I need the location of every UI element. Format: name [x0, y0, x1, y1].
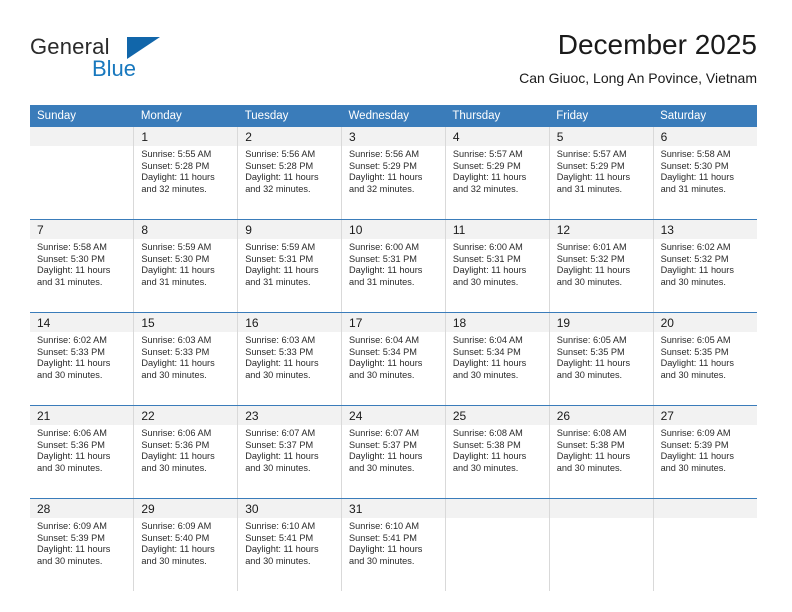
week-detail-row: Sunrise: 5:55 AM Sunset: 5:28 PM Dayligh… [30, 146, 757, 219]
day-detail-25[interactable]: Sunrise: 6:08 AM Sunset: 5:38 PM Dayligh… [444, 425, 550, 498]
day-number-1[interactable]: 1 [133, 127, 238, 146]
day-detail-7[interactable]: Sunrise: 5:58 AM Sunset: 5:30 PM Dayligh… [30, 239, 134, 312]
day-detail-6[interactable]: Sunrise: 5:58 AM Sunset: 5:30 PM Dayligh… [652, 146, 757, 219]
day-detail-19[interactable]: Sunrise: 6:05 AM Sunset: 5:35 PM Dayligh… [548, 332, 654, 405]
page-subtitle: Can Giuoc, Long An Povince, Vietnam [519, 70, 757, 86]
day-detail-11[interactable]: Sunrise: 6:00 AM Sunset: 5:31 PM Dayligh… [444, 239, 550, 312]
week-detail-row: Sunrise: 6:09 AM Sunset: 5:39 PM Dayligh… [30, 518, 757, 591]
day-number-7[interactable]: 7 [30, 220, 134, 239]
weekday-header-wednesday: Wednesday [341, 105, 446, 127]
weekday-header-thursday: Thursday [445, 105, 550, 127]
day-number-17[interactable]: 17 [341, 313, 446, 332]
day-number-12[interactable]: 12 [548, 220, 654, 239]
day-detail-5[interactable]: Sunrise: 5:57 AM Sunset: 5:29 PM Dayligh… [548, 146, 654, 219]
day-number-empty [652, 499, 757, 518]
weekday-header-sunday: Sunday [30, 105, 134, 127]
day-number-9[interactable]: 9 [237, 220, 342, 239]
day-detail-17[interactable]: Sunrise: 6:04 AM Sunset: 5:34 PM Dayligh… [341, 332, 446, 405]
day-detail-21[interactable]: Sunrise: 6:06 AM Sunset: 5:36 PM Dayligh… [30, 425, 134, 498]
week-number-row: 7 8 9 10 11 12 13 [30, 220, 757, 239]
day-detail-16[interactable]: Sunrise: 6:03 AM Sunset: 5:33 PM Dayligh… [237, 332, 342, 405]
day-number-22[interactable]: 22 [133, 406, 238, 425]
day-number-16[interactable]: 16 [237, 313, 342, 332]
day-number-10[interactable]: 10 [341, 220, 446, 239]
day-number-11[interactable]: 11 [444, 220, 550, 239]
day-number-31[interactable]: 31 [341, 499, 446, 518]
day-number-28[interactable]: 28 [30, 499, 134, 518]
day-detail-12[interactable]: Sunrise: 6:01 AM Sunset: 5:32 PM Dayligh… [548, 239, 654, 312]
week-number-row: 28 29 30 31 [30, 499, 757, 518]
day-number-3[interactable]: 3 [341, 127, 446, 146]
day-number-13[interactable]: 13 [652, 220, 757, 239]
day-detail-3[interactable]: Sunrise: 5:56 AM Sunset: 5:29 PM Dayligh… [341, 146, 446, 219]
calendar-body: 1 2 3 4 5 6 Sunrise: 5:55 AM Sunset: 5:28 PM D… [30, 127, 757, 591]
day-detail-8[interactable]: Sunrise: 5:59 AM Sunset: 5:30 PM Dayligh… [133, 239, 238, 312]
week-number-row: 14 15 16 17 18 19 20 [30, 313, 757, 332]
weekday-header-friday: Friday [549, 105, 654, 127]
day-detail-18[interactable]: Sunrise: 6:04 AM Sunset: 5:34 PM Dayligh… [444, 332, 550, 405]
day-detail-27[interactable]: Sunrise: 6:09 AM Sunset: 5:39 PM Dayligh… [652, 425, 757, 498]
calendar-header-row: Sunday Monday Tuesday Wednesday Thursday Frid… [30, 105, 757, 127]
day-number-15[interactable]: 15 [133, 313, 238, 332]
day-number-20[interactable]: 20 [652, 313, 757, 332]
day-detail-26[interactable]: Sunrise: 6:08 AM Sunset: 5:38 PM Dayligh… [548, 425, 654, 498]
day-detail-23[interactable]: Sunrise: 6:07 AM Sunset: 5:37 PM Dayligh… [237, 425, 342, 498]
day-number-19[interactable]: 19 [548, 313, 654, 332]
week-detail-row: Sunrise: 5:58 AM Sunset: 5:30 PM Dayligh… [30, 239, 757, 312]
day-number-6[interactable]: 6 [652, 127, 757, 146]
day-number-empty [444, 499, 550, 518]
week-detail-row: Sunrise: 6:02 AM Sunset: 5:33 PM Dayligh… [30, 332, 757, 405]
day-detail-22[interactable]: Sunrise: 6:06 AM Sunset: 5:36 PM Dayligh… [133, 425, 238, 498]
day-number-26[interactable]: 26 [548, 406, 654, 425]
day-number-empty [548, 499, 654, 518]
day-number-24[interactable]: 24 [341, 406, 446, 425]
week-number-row: 21 22 23 24 25 26 27 [30, 406, 757, 425]
day-detail-24[interactable]: Sunrise: 6:07 AM Sunset: 5:37 PM Dayligh… [341, 425, 446, 498]
day-number-30[interactable]: 30 [237, 499, 342, 518]
weekday-header-saturday: Saturday [653, 105, 757, 127]
day-number-18[interactable]: 18 [444, 313, 550, 332]
day-detail-28[interactable]: Sunrise: 6:09 AM Sunset: 5:39 PM Dayligh… [30, 518, 134, 591]
day-detail-31[interactable]: Sunrise: 6:10 AM Sunset: 5:41 PM Dayligh… [341, 518, 446, 591]
day-number-2[interactable]: 2 [237, 127, 342, 146]
day-detail-empty [30, 146, 134, 219]
day-detail-29[interactable]: Sunrise: 6:09 AM Sunset: 5:40 PM Dayligh… [133, 518, 238, 591]
day-detail-10[interactable]: Sunrise: 6:00 AM Sunset: 5:31 PM Dayligh… [341, 239, 446, 312]
day-detail-20[interactable]: Sunrise: 6:05 AM Sunset: 5:35 PM Dayligh… [652, 332, 757, 405]
page-title: December 2025 [557, 29, 757, 60]
day-number-29[interactable]: 29 [133, 499, 238, 518]
day-detail-4[interactable]: Sunrise: 5:57 AM Sunset: 5:29 PM Dayligh… [444, 146, 550, 219]
day-detail-15[interactable]: Sunrise: 6:03 AM Sunset: 5:33 PM Dayligh… [133, 332, 238, 405]
weekday-header-tuesday: Tuesday [237, 105, 342, 127]
day-detail-14[interactable]: Sunrise: 6:02 AM Sunset: 5:33 PM Dayligh… [30, 332, 134, 405]
day-detail-empty [652, 518, 757, 591]
day-detail-2[interactable]: Sunrise: 5:56 AM Sunset: 5:28 PM Dayligh… [237, 146, 342, 219]
title-block: December 2025 Can Giuoc, Long An Povince… [519, 28, 757, 88]
day-number-25[interactable]: 25 [444, 406, 550, 425]
day-detail-30[interactable]: Sunrise: 6:10 AM Sunset: 5:41 PM Dayligh… [237, 518, 342, 591]
calendar-table: Sunday Monday Tuesday Wednesday Thursday Frid… [30, 105, 757, 591]
logo-text-blue: Blue [92, 56, 137, 81]
calendar-page: General Blue December 2025 Can Giuoc, Lo… [0, 0, 792, 612]
day-number-5[interactable]: 5 [548, 127, 654, 146]
weekday-header-monday: Monday [133, 105, 238, 127]
week-number-row: 123456 [30, 127, 757, 146]
general-blue-logo[interactable]: General Blue [30, 34, 210, 86]
day-detail-9[interactable]: Sunrise: 5:59 AM Sunset: 5:31 PM Dayligh… [237, 239, 342, 312]
calendar-grid: Sunday Monday Tuesday Wednesday Thursday Frid… [30, 105, 757, 591]
day-number-4[interactable]: 4 [444, 127, 550, 146]
day-number-21[interactable]: 21 [30, 406, 134, 425]
day-number-23[interactable]: 23 [237, 406, 342, 425]
day-detail-empty [548, 518, 654, 591]
week-detail-row: Sunrise: 6:06 AM Sunset: 5:36 PM Dayligh… [30, 425, 757, 498]
day-detail-1[interactable]: Sunrise: 5:55 AM Sunset: 5:28 PM Dayligh… [133, 146, 238, 219]
day-number-8[interactable]: 8 [133, 220, 238, 239]
day-number-empty [30, 127, 134, 146]
page-header: General Blue December 2025 Can Giuoc, Lo… [30, 28, 757, 98]
day-detail-empty [444, 518, 550, 591]
day-number-14[interactable]: 14 [30, 313, 134, 332]
day-number-27[interactable]: 27 [652, 406, 757, 425]
day-detail-13[interactable]: Sunrise: 6:02 AM Sunset: 5:32 PM Dayligh… [652, 239, 757, 312]
